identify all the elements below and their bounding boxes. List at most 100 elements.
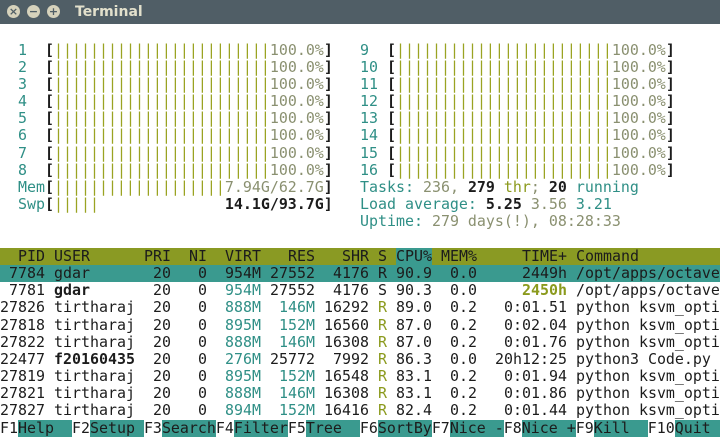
- cell-pri: 20: [153, 333, 171, 351]
- terminal-line: Uptime: 279 days(!), 08:28:33: [0, 213, 720, 230]
- minimize-icon[interactable]: −: [27, 5, 40, 18]
- cell-mem: 0.0: [450, 350, 477, 368]
- terminal-line: 1 [||||||||||||||||||||||||100.0%] 9 [|||…: [0, 42, 720, 59]
- process-row[interactable]: 27819 tirtharaj 20 0 895M 152M 16548 R 83.1 0.2 0:…: [0, 368, 720, 385]
- function-key-label: Kill: [593, 419, 648, 437]
- column-header-user[interactable]: USER: [54, 248, 135, 265]
- bracket: [: [387, 144, 396, 162]
- function-key-setup[interactable]: F2Setup: [72, 419, 144, 437]
- process-row[interactable]: 27827 tirtharaj 20 0 894M 152M 16416 R 82.4 0.2 0:…: [0, 402, 720, 419]
- sp: [567, 196, 576, 213]
- bracket: [: [45, 144, 54, 162]
- cell-s: R: [378, 264, 387, 282]
- cpu-meter: 3 [||||||||||||||||||||||||100.0%]: [18, 76, 333, 93]
- cpu-meter: 14 [||||||||||||||||||||||||100.0%]: [360, 127, 675, 144]
- cpu-meter-bars: ||||||||||||||||||||||||: [396, 93, 612, 111]
- column-header-command[interactable]: Command: [576, 248, 720, 265]
- bracket: [: [387, 41, 396, 59]
- cell-ni: 0: [198, 350, 207, 368]
- cpu-meter-value: 100.0%: [269, 144, 324, 162]
- maximize-icon[interactable]: +: [47, 5, 60, 18]
- function-key-nice[interactable]: F8Nice +: [504, 419, 576, 437]
- function-key-label: Nice +: [521, 419, 576, 437]
- cell-res: 152M: [279, 368, 315, 386]
- column-header-mem[interactable]: MEM%: [441, 248, 477, 265]
- swap-meter-value: 14.1G/93.7G: [224, 196, 324, 214]
- function-key-tree[interactable]: F5Tree: [288, 419, 360, 437]
- cell-mem: 0.2: [450, 368, 477, 386]
- cell-s: R: [378, 299, 387, 317]
- tasks-info: Tasks: 236, 279 thr; 20 running: [360, 179, 639, 196]
- function-key-sortby[interactable]: F6SortBy: [360, 419, 432, 437]
- terminal-line: Swp[||||| 14.1G/93.7G] Load average: 5.25…: [0, 196, 720, 213]
- bracket: [: [44, 179, 54, 196]
- cpu-meter: 10 [||||||||||||||||||||||||100.0%]: [360, 59, 675, 76]
- column-header-cpu[interactable]: CPU%: [396, 247, 432, 265]
- process-row[interactable]: 27826 tirtharaj 20 0 888M 146M 16292 R 89.0 0.2 0:…: [0, 299, 720, 316]
- function-key-help[interactable]: F1Help: [0, 419, 72, 437]
- pad: [27, 93, 45, 110]
- cell-res: 152M: [279, 402, 315, 420]
- cpu-meter-label: 11: [360, 75, 378, 93]
- cpu-meter-value: 100.0%: [611, 110, 666, 128]
- htop-terminal[interactable]: 1 [||||||||||||||||||||||||100.0%] 9 [|||…: [0, 42, 720, 437]
- running-label: running: [566, 179, 639, 196]
- function-key-code: F7: [431, 419, 450, 437]
- pad: [378, 145, 387, 162]
- process-row[interactable]: 7784 gdar 20 0 954M 27552 4176 R 90.9 0.0 2449h/op…: [0, 264, 720, 283]
- cell-shr: 16292: [324, 299, 369, 317]
- pad: [27, 145, 45, 162]
- function-key-label: Setup: [89, 419, 144, 437]
- column-header-pri[interactable]: PRI: [144, 248, 171, 265]
- load-15: 3.21: [575, 196, 612, 214]
- bracket: ]: [665, 41, 675, 59]
- function-key-quit[interactable]: F10Quit: [648, 419, 720, 437]
- process-row[interactable]: 27821 tirtharaj 20 0 888M 146M 16308 R 83.1 0.2 0:…: [0, 385, 720, 402]
- function-key-search[interactable]: F3Search: [144, 419, 216, 437]
- cell-ni: 0: [198, 385, 207, 403]
- column-header-time[interactable]: TIME+: [486, 248, 567, 265]
- function-key-kill[interactable]: F9Kill: [576, 419, 648, 437]
- process-row[interactable]: 22477 f20160435 20 0 276M 25772 7992 R 86.3 0.0 20…: [0, 351, 720, 368]
- bracket: ]: [323, 58, 333, 76]
- column-header-virt[interactable]: VIRT: [216, 248, 261, 265]
- function-key-filter[interactable]: F4Filter: [216, 419, 288, 437]
- cpu-meter-label: 14: [360, 127, 378, 145]
- pad: [99, 196, 225, 213]
- bracket: [: [45, 58, 54, 76]
- thr-label: thr: [494, 179, 531, 196]
- load-5: 3.56: [530, 196, 567, 214]
- column-header-ni[interactable]: NI: [180, 248, 207, 265]
- swap-meter: Swp[||||| 14.1G/93.7G]: [18, 196, 333, 213]
- column-header-pid[interactable]: PID: [0, 248, 45, 265]
- cpu-meter: 2 [||||||||||||||||||||||||100.0%]: [18, 59, 333, 76]
- process-row[interactable]: 27818 tirtharaj 20 0 895M 152M 16560 R 87.0 0.2 0:…: [0, 317, 720, 334]
- column-header-res[interactable]: RES: [270, 248, 315, 265]
- bracket: [: [387, 127, 396, 145]
- cell-res: 146M: [279, 385, 315, 403]
- column-header-shr[interactable]: SHR: [324, 248, 369, 265]
- bracket: ]: [323, 144, 333, 162]
- cell-pid: 27822: [0, 333, 45, 351]
- bracket: ]: [323, 110, 333, 128]
- bracket: ]: [323, 41, 333, 59]
- cell-virt: 888M: [225, 333, 261, 351]
- cpu-meter: 9 [||||||||||||||||||||||||100.0%]: [360, 42, 675, 59]
- close-icon[interactable]: ×: [7, 5, 20, 18]
- process-row[interactable]: 27822 tirtharaj 20 0 888M 146M 16308 R 87.0 0.2 0:…: [0, 334, 720, 351]
- cell-shr: 4176: [333, 282, 369, 300]
- cell-virt: 888M: [225, 385, 261, 403]
- cpu-meter: 5 [||||||||||||||||||||||||100.0%]: [18, 110, 333, 127]
- cpu-meter-bars: ||||||||||||||||||||||||: [54, 75, 270, 93]
- cell-command: python ksvm_optim: [576, 368, 720, 386]
- cell-ni: 0: [198, 333, 207, 351]
- column-header-s[interactable]: S: [378, 248, 387, 265]
- process-row[interactable]: 7781 gdar 20 0 954M 27552 4176 S 90.3 0.0 2450h/op…: [0, 282, 720, 299]
- function-key-nice[interactable]: F7Nice -: [431, 419, 504, 437]
- cell-pri: 20: [153, 299, 171, 317]
- cpu-meter: 12 [||||||||||||||||||||||||100.0%]: [360, 93, 675, 110]
- cell-mem: 0.0: [450, 282, 477, 300]
- cell-mem: 0.2: [450, 333, 477, 351]
- cell-pid: 27827: [0, 402, 45, 420]
- cpu-meter-bars: ||||||||||||||||||||||||: [54, 144, 270, 162]
